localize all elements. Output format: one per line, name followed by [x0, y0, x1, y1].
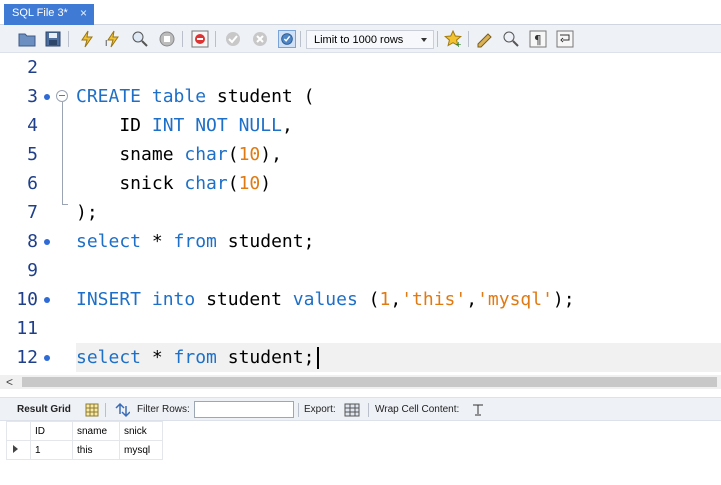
horizontal-scrollbar[interactable]: < [0, 375, 721, 389]
result-grid: ID sname snick 1 this mysql [0, 421, 721, 485]
save-icon[interactable] [44, 30, 62, 48]
code-line: sname char(10), [76, 144, 282, 165]
tab-title: SQL File 3* [12, 7, 68, 19]
execute-icon[interactable] [78, 30, 96, 48]
code-line: ); [76, 202, 98, 223]
line-number: 5 [27, 144, 38, 165]
column-header-sname[interactable]: sname [72, 421, 120, 441]
explain-icon[interactable] [131, 30, 149, 48]
editor-line: 7 ); [0, 198, 721, 227]
code-line: ID INT NOT NULL, [76, 115, 293, 136]
editor-line: 9 [0, 256, 721, 285]
editor-line: 10 INSERT into student values (1,'this',… [0, 285, 721, 314]
code-line: snick char(10) [76, 173, 272, 194]
filter-arrows-icon [115, 402, 130, 418]
tab-strip: SQL File 3* × [0, 0, 721, 25]
column-header-snick[interactable]: snick [119, 421, 163, 441]
editor-line: 12 select * from student; [0, 343, 721, 372]
line-number: 12 [16, 347, 38, 368]
code-line: INSERT into student values (1,'this','my… [76, 289, 575, 310]
svg-text:I: I [105, 39, 107, 48]
filter-rows-input[interactable] [194, 401, 294, 418]
statement-marker-icon [44, 239, 50, 245]
statement-marker-icon [44, 297, 50, 303]
code-line: select * from student; [76, 231, 315, 252]
limit-rows-select[interactable]: Limit to 1000 rows [306, 30, 434, 49]
execute-current-icon[interactable]: I [104, 30, 122, 48]
editor-line: 3 CREATE table student ( [0, 82, 721, 111]
line-number: 7 [27, 202, 38, 223]
filter-rows-label: Filter Rows: [137, 404, 190, 415]
table-row[interactable]: 1 this mysql [6, 440, 163, 460]
chevron-down-icon [421, 38, 427, 42]
line-number: 4 [27, 115, 38, 136]
line-number: 9 [27, 260, 38, 281]
text-cursor [317, 347, 319, 369]
find-icon[interactable] [502, 30, 520, 48]
svg-text:+: + [455, 40, 462, 48]
commit-icon[interactable] [224, 30, 242, 48]
tab-sql-file[interactable]: SQL File 3* × [4, 4, 94, 25]
result-table: ID sname snick 1 this mysql [6, 421, 163, 460]
editor-line: 6 snick char(10) [0, 169, 721, 198]
beautify-icon[interactable] [476, 30, 494, 48]
svg-text:¶: ¶ [534, 33, 542, 47]
fold-collapse-icon[interactable] [56, 90, 68, 102]
statement-marker-icon [44, 94, 50, 100]
bookmark-star-icon[interactable]: + [444, 30, 462, 48]
invisible-chars-icon[interactable]: ¶ [529, 30, 547, 48]
row-pointer-icon [13, 444, 18, 453]
line-number: 11 [16, 318, 38, 339]
statement-marker-icon [44, 355, 50, 361]
wrap-cell-icon[interactable] [470, 402, 486, 418]
column-header-id[interactable]: ID [30, 421, 73, 441]
result-grid-tab[interactable]: Result Grid [17, 404, 71, 415]
editor-line: 11 [0, 314, 721, 343]
editor-line: 4 ID INT NOT NULL, [0, 111, 721, 140]
export-label: Export: [304, 404, 336, 415]
result-toolbar: Result Grid Filter Rows: Export: Wrap Ce… [0, 397, 721, 421]
open-folder-icon[interactable] [18, 30, 36, 48]
table-cell[interactable]: mysql [119, 440, 163, 460]
editor-line: 2 [0, 53, 721, 82]
editor-line: 5 sname char(10), [0, 140, 721, 169]
wrap-cell-label: Wrap Cell Content: [375, 404, 460, 415]
scrollbar-thumb[interactable] [22, 377, 717, 387]
sql-editor[interactable]: 2 3 CREATE table student ( 4 ID INT NOT … [0, 53, 721, 375]
line-number: 2 [27, 57, 38, 78]
limit-rows-value: Limit to 1000 rows [314, 34, 404, 46]
code-line: select * from student; [76, 347, 315, 368]
export-icon[interactable] [344, 402, 360, 418]
toggle-error-icon[interactable] [191, 30, 209, 48]
line-number: 6 [27, 173, 38, 194]
stop-icon[interactable] [158, 30, 176, 48]
editor-toolbar: I Limit to 1000 rows + ¶ [0, 25, 721, 53]
close-icon[interactable]: × [80, 6, 87, 20]
line-number: 8 [27, 231, 38, 252]
table-cell[interactable]: 1 [30, 440, 73, 460]
code-line: CREATE table student ( [76, 86, 315, 107]
autocommit-icon[interactable] [278, 30, 296, 48]
wrap-icon[interactable] [556, 30, 574, 48]
grid-icon[interactable] [84, 402, 100, 418]
rollback-icon[interactable] [251, 30, 269, 48]
scroll-left-icon[interactable]: < [6, 375, 13, 389]
table-cell[interactable]: this [72, 440, 120, 460]
line-number: 3 [27, 86, 38, 107]
line-number: 10 [16, 289, 38, 310]
editor-line: 8 select * from student; [0, 227, 721, 256]
